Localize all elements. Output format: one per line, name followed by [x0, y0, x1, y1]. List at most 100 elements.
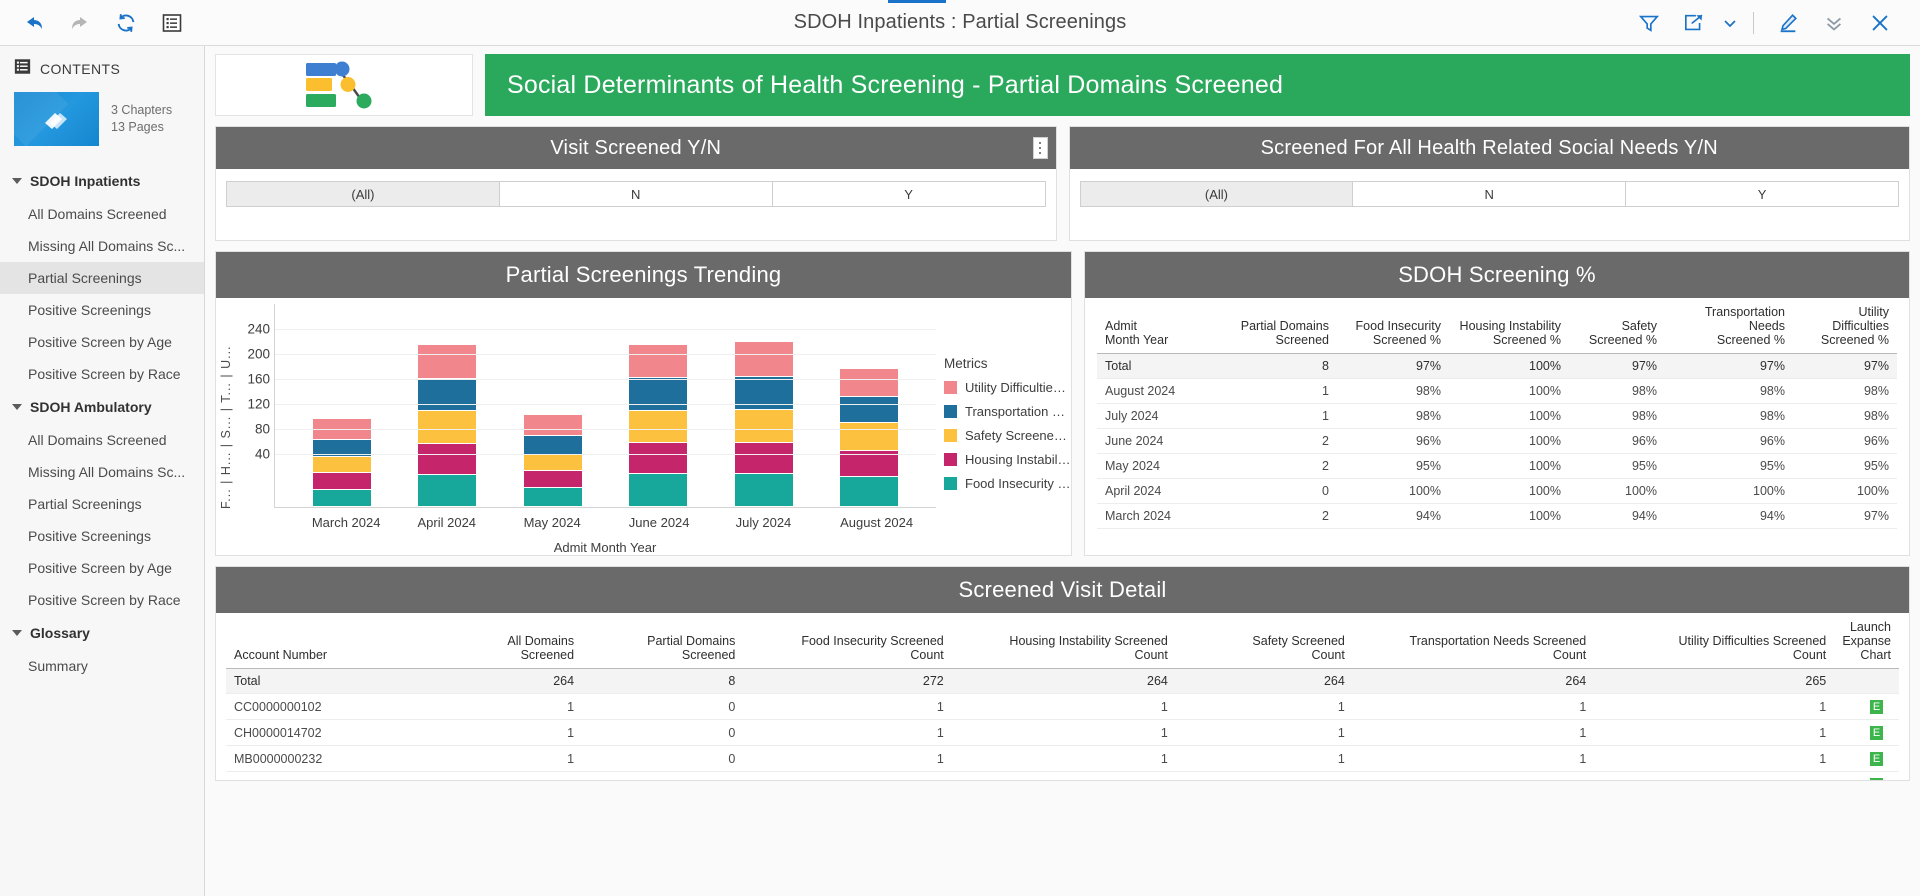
bar-segment[interactable] [523, 454, 582, 471]
bar-segment[interactable] [629, 410, 688, 444]
sidebar-item-positive-screen-by-age[interactable]: Positive Screen by Age [0, 552, 204, 584]
undo-icon[interactable] [14, 6, 54, 40]
filter-option-n[interactable]: N [1353, 182, 1627, 206]
bar-segment[interactable] [840, 368, 899, 397]
bar-segment[interactable] [629, 344, 688, 379]
sidebar-group-glossary[interactable]: Glossary [0, 616, 204, 650]
close-icon[interactable] [1858, 6, 1902, 40]
panel-menu-icon[interactable] [1032, 137, 1048, 159]
sidebar-group-sdoh-ambulatory[interactable]: SDOH Ambulatory [0, 390, 204, 424]
sidebar-item-positive-screen-by-race[interactable]: Positive Screen by Race [0, 584, 204, 616]
share-export-icon[interactable] [1673, 6, 1717, 40]
table-row[interactable]: August 2024 1 98% 100% 98% 98% 98% [1097, 378, 1897, 404]
column-header[interactable]: Partial Domains Screened [582, 613, 744, 669]
sidebar-item-positive-screen-by-race[interactable]: Positive Screen by Race [0, 358, 204, 390]
bar-segment[interactable] [523, 436, 582, 455]
bar-segment[interactable] [734, 409, 793, 443]
table-row[interactable]: May 2024 2 95% 100% 95% 95% 95% [1097, 453, 1897, 479]
launch-expanse-chart-button[interactable]: E [1870, 726, 1883, 740]
table-row[interactable]: April 2024 0 100% 100% 100% 100% 100% [1097, 478, 1897, 504]
filter-option-y[interactable]: Y [1626, 182, 1898, 206]
bar-segment[interactable] [523, 488, 582, 507]
table-row[interactable]: Total 264 8 272 264 264 264 265 [226, 668, 1899, 694]
sidebar-item-summary[interactable]: Summary [0, 650, 204, 682]
bar-segment[interactable] [840, 477, 899, 507]
bar-segment[interactable] [418, 378, 477, 411]
bar-segment[interactable] [734, 473, 793, 507]
sidebar-group-sdoh-inpatients[interactable]: SDOH Inpatients [0, 164, 204, 198]
bar-segment[interactable] [629, 443, 688, 474]
table-row[interactable]: MB00000002431011111E [226, 771, 1899, 780]
column-header[interactable]: Housing Instability Screened Count [951, 613, 1176, 669]
sidebar-item-all-domains-screened[interactable]: All Domains Screened [0, 424, 204, 456]
column-header[interactable]: Admit Month Year [1097, 298, 1217, 354]
filter-icon[interactable] [1627, 6, 1671, 40]
bar-segment[interactable] [523, 414, 582, 437]
column-header[interactable]: All Domains Screened [420, 613, 583, 669]
refresh-icon[interactable] [106, 6, 146, 40]
bar-column[interactable] [312, 418, 371, 507]
table-row[interactable]: March 2024 2 94% 100% 94% 94% 97% [1097, 503, 1897, 529]
bar-segment[interactable] [629, 473, 688, 507]
legend-item[interactable]: Housing Instabilit... [944, 452, 1071, 467]
table-row[interactable]: MB0000000232 1 0 1 1 1 1 1 E [226, 745, 1899, 772]
sidebar-item-all-domains-screened[interactable]: All Domains Screened [0, 198, 204, 230]
column-header[interactable]: Housing Instability Screened % [1449, 298, 1569, 354]
redo-icon[interactable] [60, 6, 100, 40]
book-card[interactable]: 3 Chapters 13 Pages [0, 90, 204, 150]
sidebar-item-missing-all-domains-sc[interactable]: Missing All Domains Sc... [0, 456, 204, 488]
chevron-down-icon[interactable] [1719, 6, 1741, 40]
column-header[interactable]: Transportation Needs Screened Count [1352, 613, 1595, 669]
table-row[interactable]: June 2024 2 96% 100% 96% 96% 96% [1097, 428, 1897, 454]
sidebar-item-positive-screenings[interactable]: Positive Screenings [0, 294, 204, 326]
launch-expanse-chart-button[interactable]: E [1870, 752, 1883, 766]
bar-column[interactable] [840, 368, 899, 507]
sidebar-item-positive-screen-by-age[interactable]: Positive Screen by Age [0, 326, 204, 358]
legend-item[interactable]: Safety Screened ... [944, 428, 1071, 443]
column-header[interactable]: Utility Difficulties Screened Count [1594, 613, 1835, 669]
bar-segment[interactable] [840, 397, 899, 424]
launch-expanse-chart-button[interactable]: E [1870, 700, 1883, 714]
bar-segment[interactable] [629, 378, 688, 411]
bar-segment[interactable] [840, 423, 899, 451]
column-header[interactable]: Safety Screened Count [1175, 613, 1353, 669]
sidebar-item-positive-screenings[interactable]: Positive Screenings [0, 520, 204, 552]
column-header[interactable]: Launch Expanse Chart [1834, 613, 1899, 669]
bar-column[interactable] [629, 344, 688, 507]
list-view-icon[interactable] [152, 6, 192, 40]
legend-item[interactable]: Food Insecurity S... [944, 476, 1071, 491]
column-header[interactable]: Food Insecurity Screened Count [743, 613, 952, 669]
edit-pencil-icon[interactable] [1766, 6, 1810, 40]
filter-option-n[interactable]: N [499, 182, 773, 206]
bar-segment[interactable] [418, 443, 477, 475]
bar-segment[interactable] [523, 470, 582, 489]
bar-segment[interactable] [734, 442, 793, 474]
bar-segment[interactable] [418, 410, 477, 444]
table-row[interactable]: CH0000014702 1 0 1 1 1 1 1 E [226, 719, 1899, 746]
column-header[interactable]: Food Insecurity Screened % [1337, 298, 1449, 354]
column-header[interactable]: Partial Domains Screened [1217, 298, 1337, 354]
column-header[interactable]: Account Number [226, 613, 421, 669]
bar-segment[interactable] [418, 344, 477, 379]
book-thumbnail[interactable] [14, 92, 99, 146]
collapse-double-chevron-icon[interactable] [1812, 6, 1856, 40]
launch-expanse-chart-button[interactable]: E [1870, 778, 1883, 780]
table-row[interactable]: Total 8 97% 100% 97% 97% 97% [1097, 353, 1897, 379]
bar-column[interactable] [418, 344, 477, 507]
bar-segment[interactable] [734, 342, 793, 377]
bar-segment[interactable] [418, 474, 477, 507]
table-row[interactable]: July 2024 1 98% 100% 98% 98% 98% [1097, 403, 1897, 429]
bar-segment[interactable] [312, 473, 371, 490]
column-header[interactable]: Transportation Needs Screened % [1665, 298, 1793, 354]
bar-segment[interactable] [312, 489, 371, 507]
bar-segment[interactable] [312, 457, 371, 474]
filter-option-all[interactable]: (All) [1080, 182, 1354, 206]
sidebar-item-missing-all-domains-sc[interactable]: Missing All Domains Sc... [0, 230, 204, 262]
table-row[interactable]: CC0000000102 1 0 1 1 1 1 1 E [226, 693, 1899, 720]
sidebar-item-partial-screenings[interactable]: Partial Screenings [0, 488, 204, 520]
legend-item[interactable]: Transportation N... [944, 404, 1071, 419]
filter-option-all[interactable]: (All) [227, 182, 500, 206]
sidebar-item-partial-screenings[interactable]: Partial Screenings [0, 262, 204, 294]
column-header[interactable]: Utility Difficulties Screened % [1793, 298, 1897, 354]
legend-item[interactable]: Utility Difficulties ... [944, 380, 1071, 395]
